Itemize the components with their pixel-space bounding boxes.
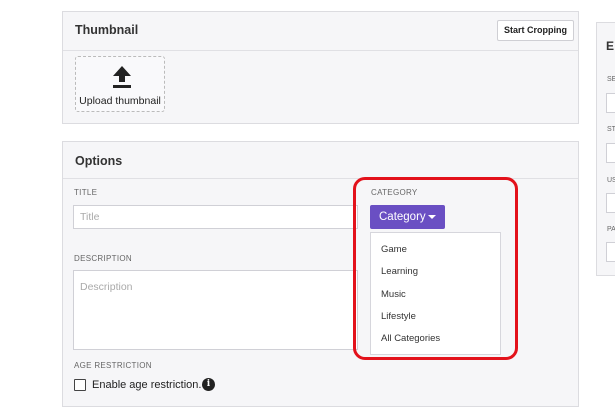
- category-label: CATEGORY: [371, 188, 418, 197]
- right-panel-input-1[interactable]: [606, 93, 615, 113]
- caret-down-icon: [428, 215, 436, 219]
- age-restriction-checkbox[interactable]: [74, 379, 86, 391]
- category-dropdown-button[interactable]: Category: [370, 205, 445, 229]
- title-input[interactable]: [73, 205, 358, 229]
- right-panel-label-4: PA: [607, 226, 615, 233]
- options-title: Options: [75, 154, 123, 168]
- category-button-label: Category: [379, 211, 426, 223]
- upload-thumbnail-button[interactable]: Upload thumbnail: [75, 56, 165, 112]
- start-cropping-button[interactable]: Start Cropping: [497, 20, 574, 41]
- right-panel-label-1: SE: [607, 76, 615, 83]
- right-panel-label-2: ST: [607, 126, 615, 133]
- category-option-lifestyle[interactable]: Lifestyle: [381, 311, 416, 322]
- description-label: DESCRIPTION: [74, 254, 132, 263]
- age-restriction-label: AGE RESTRICTION: [74, 361, 152, 370]
- age-restriction-checkbox-label: Enable age restriction.: [92, 379, 202, 391]
- upload-thumbnail-label: Upload thumbnail: [79, 95, 161, 107]
- upload-icon: [113, 66, 131, 88]
- right-panel-input-3[interactable]: [606, 193, 615, 213]
- category-option-game[interactable]: Game: [381, 244, 407, 255]
- category-option-learning[interactable]: Learning: [381, 266, 418, 277]
- category-dropdown-menu: Game Learning Music Lifestyle All Catego…: [370, 232, 501, 355]
- thumbnail-title: Thumbnail: [75, 23, 139, 37]
- description-textarea[interactable]: [73, 270, 358, 350]
- right-side-panel: E SE ST US PA: [596, 22, 615, 276]
- options-header: Options: [63, 142, 578, 179]
- title-label: TITLE: [74, 188, 98, 197]
- thumbnail-header: Thumbnail Start Cropping: [63, 12, 578, 51]
- right-panel-title: E: [606, 39, 615, 53]
- category-option-music[interactable]: Music: [381, 289, 406, 300]
- right-panel-input-4[interactable]: [606, 242, 615, 262]
- category-option-all[interactable]: All Categories: [381, 333, 440, 344]
- right-panel-label-3: US: [607, 177, 615, 184]
- thumbnail-panel: Thumbnail Start Cropping Upload thumbnai…: [62, 11, 579, 124]
- info-icon[interactable]: i: [202, 378, 215, 391]
- right-panel-input-2[interactable]: [606, 143, 615, 163]
